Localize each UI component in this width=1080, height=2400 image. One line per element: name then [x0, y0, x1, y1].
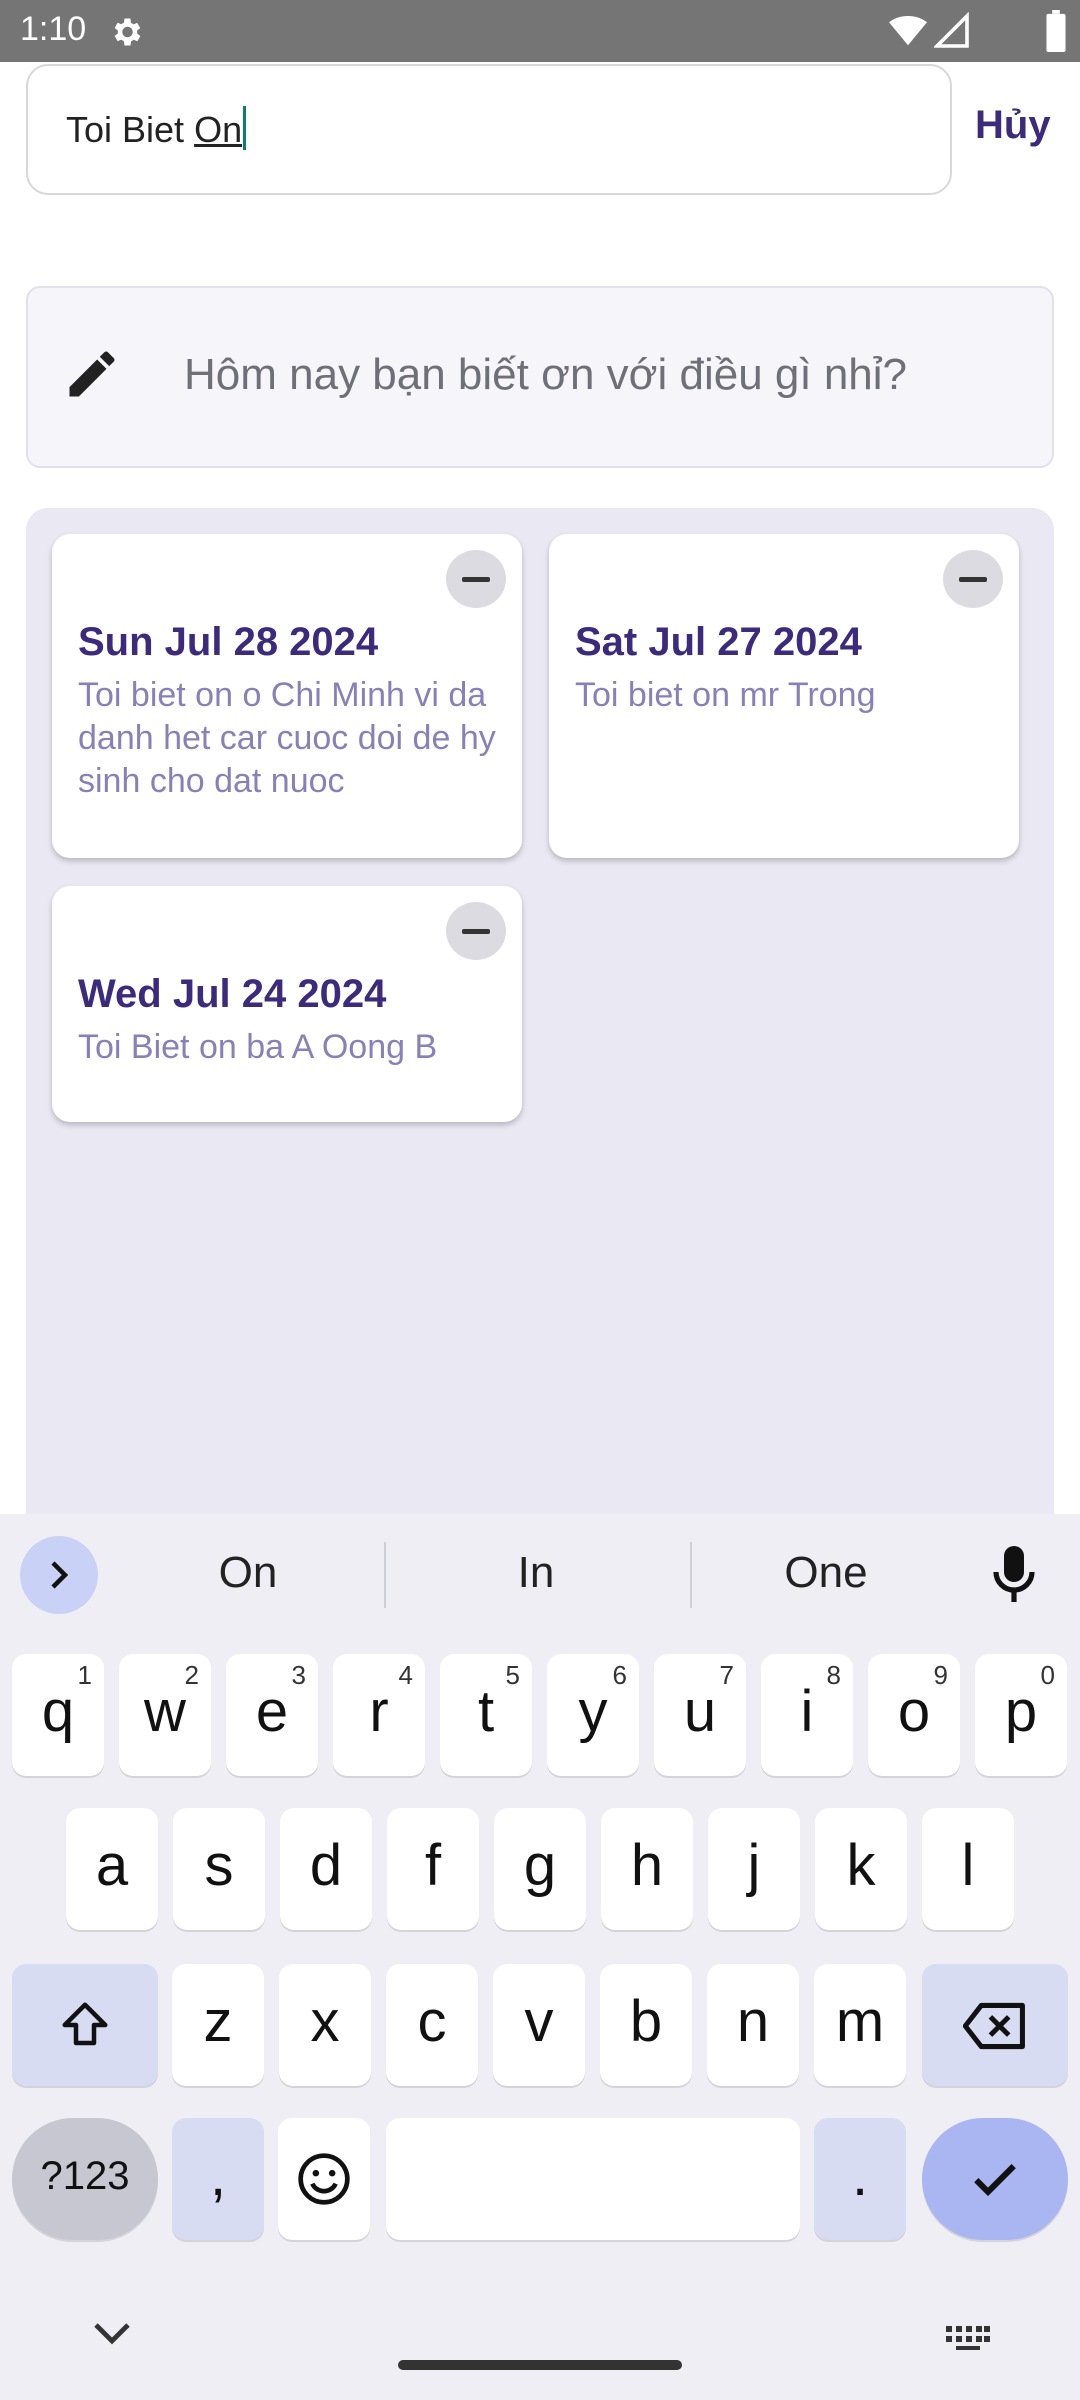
battery-icon [1046, 10, 1066, 52]
key-b[interactable]: b [600, 1964, 692, 2086]
key-e[interactable]: e3 [226, 1654, 318, 1776]
suggestion-divider [384, 1542, 386, 1608]
entry-text: Toi biet on mr Trong [575, 676, 876, 714]
key-hint: 5 [505, 1660, 520, 1690]
key-t[interactable]: t5 [440, 1654, 532, 1776]
status-bar: 1:10 [0, 0, 1080, 62]
backspace-key[interactable] [922, 1964, 1068, 2086]
emoji-key[interactable] [278, 2118, 370, 2240]
key-label: o [897, 1679, 931, 1744]
entry-text: Toi Biet on ba A Oong B [78, 1028, 438, 1066]
suggestion-divider [690, 1542, 692, 1608]
shift-icon [62, 2002, 108, 2046]
key-f[interactable]: f [387, 1808, 479, 1930]
key-h[interactable]: h [601, 1808, 693, 1930]
shift-key[interactable] [12, 1964, 158, 2086]
home-indicator[interactable] [398, 2360, 682, 2370]
key-p[interactable]: p0 [975, 1654, 1067, 1776]
key-label: i [800, 1679, 814, 1744]
signal-icon [934, 12, 969, 48]
enter-key[interactable] [922, 2118, 1068, 2240]
key-z[interactable]: z [172, 1964, 264, 2086]
key-x[interactable]: x [279, 1964, 371, 2086]
entry-card[interactable]: Sat Jul 27 2024 Toi biet on mr Trong [549, 534, 1019, 858]
text-caret [243, 106, 247, 150]
key-g[interactable]: g [494, 1808, 586, 1930]
key-y[interactable]: y6 [547, 1654, 639, 1776]
key-o[interactable]: o9 [868, 1654, 960, 1776]
key-label: t [477, 1679, 495, 1744]
key-q[interactable]: q1 [12, 1654, 104, 1776]
key-hint: 8 [826, 1660, 841, 1690]
emoji-icon [298, 2153, 350, 2205]
key-s[interactable]: s [173, 1808, 265, 1930]
key-label: u [683, 1679, 717, 1744]
key-n[interactable]: n [707, 1964, 799, 2086]
key-hint: 0 [1040, 1660, 1055, 1690]
keyboard-switch-icon[interactable] [946, 2326, 990, 2350]
comma-key[interactable]: , [172, 2118, 264, 2240]
key-label: p [1004, 1679, 1038, 1744]
entry-card[interactable]: Wed Jul 24 2024 Toi Biet on ba A Oong B [52, 886, 522, 1122]
gratitude-prompt-card[interactable]: Hôm nay bạn biết ơn với điều gì nhỉ? [26, 286, 1054, 468]
chevron-right-icon [51, 1561, 69, 1589]
on-screen-keyboard: On In One q1w2e3r4t5y6u7i8o9p0 asdfghjkl… [0, 1514, 1080, 2400]
minus-icon [462, 577, 490, 582]
backspace-icon [962, 2002, 1025, 2050]
microphone-icon[interactable] [992, 1544, 1036, 1604]
entries-grid: Sun Jul 28 2024 Toi biet on o Chi Minh v… [26, 508, 1054, 1518]
key-hint: 3 [291, 1660, 306, 1690]
key-j[interactable]: j [708, 1808, 800, 1930]
key-u[interactable]: u7 [654, 1654, 746, 1776]
key-hint: 1 [77, 1660, 92, 1690]
remove-entry-button[interactable] [446, 550, 506, 608]
entry-title-input[interactable]: Toi Biet On [26, 64, 952, 195]
entry-date: Wed Jul 24 2024 [78, 972, 387, 1016]
key-l[interactable]: l [922, 1808, 1014, 1930]
checkmark-icon [974, 2164, 1016, 2197]
symbols-key[interactable]: ?123 [12, 2118, 158, 2240]
hide-keyboard-icon[interactable] [92, 2320, 132, 2346]
key-a[interactable]: a [66, 1808, 158, 1930]
key-label: q [41, 1679, 75, 1744]
entry-date: Sat Jul 27 2024 [575, 620, 862, 664]
key-d[interactable]: d [280, 1808, 372, 1930]
key-hint: 9 [933, 1660, 948, 1690]
suggestion-3[interactable]: One [726, 1548, 926, 1598]
suggestion-1[interactable]: On [148, 1548, 348, 1598]
suggestion-2[interactable]: In [436, 1548, 636, 1598]
key-r[interactable]: r4 [333, 1654, 425, 1776]
key-hint: 7 [719, 1660, 734, 1690]
suggestions-expand-button[interactable] [20, 1536, 98, 1614]
wifi-icon [889, 15, 927, 46]
remove-entry-button[interactable] [943, 550, 1003, 608]
entry-title-value: Toi Biet On [66, 106, 247, 151]
prompt-text: Hôm nay bạn biết ơn với điều gì nhỉ? [184, 350, 908, 399]
key-label: e [255, 1679, 289, 1744]
period-key[interactable]: . [814, 2118, 906, 2240]
key-hint: 2 [184, 1660, 199, 1690]
cancel-button[interactable]: Hủy [975, 103, 1051, 148]
space-key[interactable] [386, 2118, 800, 2240]
key-label: r [369, 1679, 389, 1744]
key-v[interactable]: v [493, 1964, 585, 2086]
key-m[interactable]: m [814, 1964, 906, 2086]
gear-icon [114, 18, 141, 46]
minus-icon [959, 577, 987, 582]
key-i[interactable]: i8 [761, 1654, 853, 1776]
key-hint: 6 [612, 1660, 627, 1690]
key-label: y [578, 1679, 608, 1744]
key-c[interactable]: c [386, 1964, 478, 2086]
remove-entry-button[interactable] [446, 902, 506, 960]
key-k[interactable]: k [815, 1808, 907, 1930]
entry-text: Toi biet on o Chi Minh vi da danh het ca… [78, 676, 496, 800]
pencil-icon [69, 351, 115, 397]
entry-card[interactable]: Sun Jul 28 2024 Toi biet on o Chi Minh v… [52, 534, 522, 858]
entry-date: Sun Jul 28 2024 [78, 620, 379, 664]
status-time: 1:10 [20, 10, 87, 48]
key-label: w [144, 1679, 186, 1744]
key-w[interactable]: w2 [119, 1654, 211, 1776]
key-hint: 4 [398, 1660, 413, 1690]
minus-icon [462, 929, 490, 934]
